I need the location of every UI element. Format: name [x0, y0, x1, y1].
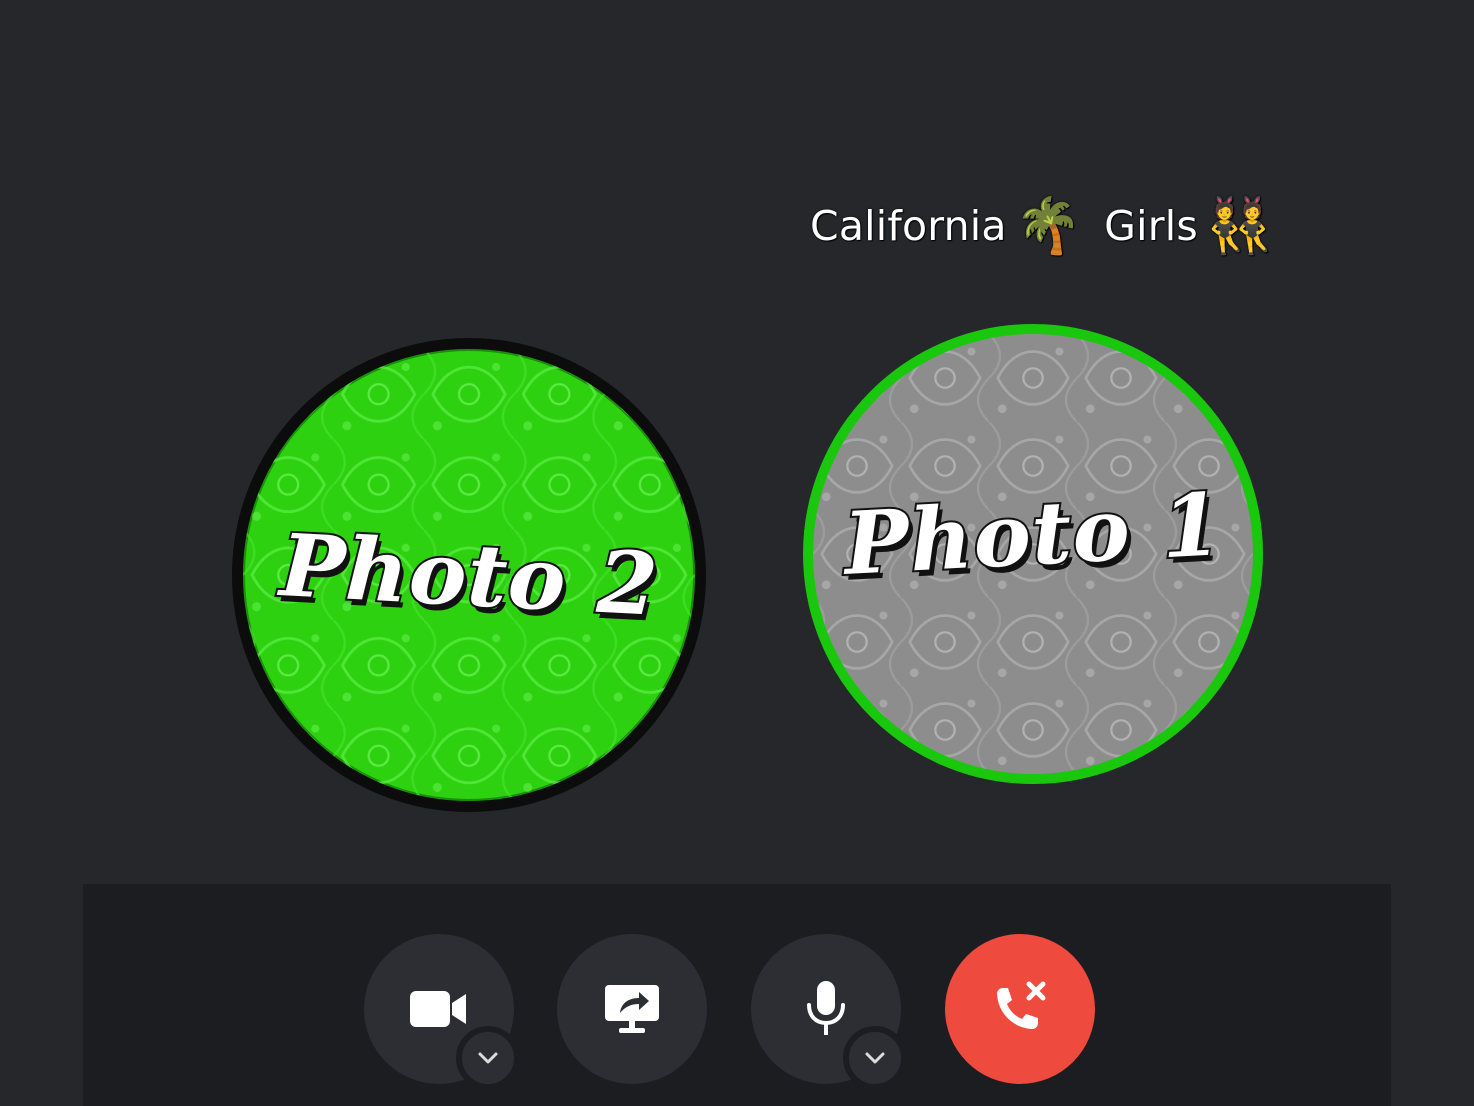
participant-name-label: Photo 1: [839, 472, 1226, 597]
participant-avatar-photo-1[interactable]: Photo 1: [803, 324, 1263, 784]
microphone-options-button[interactable]: [843, 1026, 907, 1090]
call-control-bar: [83, 884, 1391, 1106]
dancers-icon: 👯: [1205, 194, 1274, 257]
microphone-icon: [807, 981, 845, 1035]
participant-avatar-photo-2[interactable]: Photo 2: [232, 338, 706, 812]
camera-button[interactable]: [364, 934, 520, 1090]
screen-share-icon: [605, 985, 659, 1033]
leave-call-button[interactable]: [945, 934, 1095, 1084]
chevron-down-icon: [865, 1052, 885, 1064]
palm-tree-icon: 🌴: [1014, 194, 1083, 257]
call-title: California 🌴 Girls 👯: [810, 186, 1287, 266]
participant-name-label: Photo 2: [275, 513, 662, 638]
chevron-down-icon: [478, 1052, 498, 1064]
title-text-girls: Girls: [1104, 202, 1198, 250]
title-text-california: California: [810, 202, 1007, 250]
microphone-button[interactable]: [751, 934, 907, 1090]
camera-options-button[interactable]: [456, 1026, 520, 1090]
screen-share-button[interactable]: [557, 934, 707, 1084]
end-call-icon: [997, 981, 1046, 1029]
video-camera-icon: [410, 991, 466, 1027]
